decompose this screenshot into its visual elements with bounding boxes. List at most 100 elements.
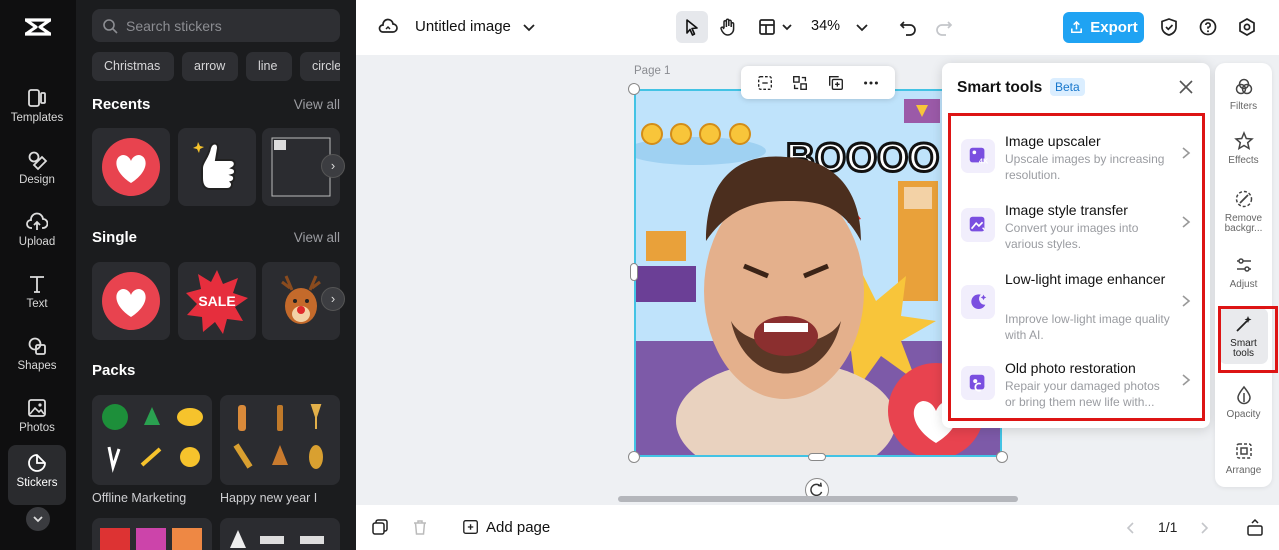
export-button[interactable]: Export bbox=[1063, 12, 1144, 43]
rail-more-button[interactable] bbox=[26, 507, 50, 531]
redo-button[interactable] bbox=[931, 14, 957, 40]
rail-item-label: Upload bbox=[18, 236, 56, 248]
tool-old-photo-restoration[interactable]: Old photo restoration Repair your damage… bbox=[961, 358, 1193, 413]
thumbs-up-sticker-icon bbox=[193, 142, 236, 190]
tool-name: Image upscaler bbox=[1005, 133, 1101, 149]
floating-toolbar bbox=[741, 66, 895, 99]
pack-celebration[interactable] bbox=[220, 518, 340, 550]
rail-label: Adjust bbox=[1229, 279, 1258, 290]
rail-opacity[interactable]: Opacity bbox=[1219, 385, 1268, 420]
shield-check-icon bbox=[1161, 18, 1177, 36]
chevron-down-icon bbox=[33, 516, 43, 523]
single-heading: Single bbox=[92, 229, 138, 246]
single-view-all-link[interactable]: View all bbox=[294, 230, 340, 245]
hand-tool-button[interactable] bbox=[715, 14, 741, 40]
beta-badge: Beta bbox=[1050, 78, 1085, 96]
chevron-down-icon bbox=[856, 24, 868, 32]
resize-handle-bottom-left[interactable] bbox=[628, 451, 640, 463]
zoom-menu-button[interactable] bbox=[849, 14, 875, 40]
rail-item-design[interactable]: Design bbox=[8, 142, 66, 198]
pack-happy-new-year[interactable] bbox=[220, 395, 340, 485]
heart-sticker-icon bbox=[102, 272, 160, 330]
rail-item-templates[interactable]: Templates bbox=[8, 80, 66, 136]
arrange-icon bbox=[1235, 443, 1252, 459]
export-icon bbox=[1071, 20, 1083, 33]
previous-page-button[interactable] bbox=[1118, 515, 1144, 541]
rail-item-upload[interactable]: Upload bbox=[8, 204, 66, 260]
chevron-right-icon bbox=[1182, 295, 1191, 307]
select-tool-button[interactable] bbox=[676, 11, 708, 43]
upscale-4k-icon: 4K bbox=[961, 139, 995, 173]
export-label: Export bbox=[1090, 19, 1138, 36]
pack-offline-marketing[interactable] bbox=[92, 395, 212, 485]
recents-next-button[interactable]: › bbox=[321, 154, 345, 178]
adjust-icon bbox=[1236, 258, 1251, 272]
chip-arrow[interactable]: arrow bbox=[182, 52, 238, 81]
templates-icon bbox=[28, 89, 46, 107]
pack-happy-new-year-text[interactable] bbox=[92, 518, 212, 550]
resize-handle-top-left[interactable] bbox=[628, 83, 640, 95]
panel-up-icon bbox=[1247, 518, 1263, 536]
single-next-button[interactable]: › bbox=[321, 287, 345, 311]
more-horizontal-icon bbox=[864, 80, 879, 85]
pack-label: Offline Marketing bbox=[92, 491, 187, 505]
sticker-heart-tile[interactable] bbox=[92, 128, 170, 206]
tool-description: Convert your images into various styles. bbox=[1005, 221, 1139, 251]
rail-item-photos[interactable]: Photos bbox=[8, 390, 66, 446]
rail-item-stickers[interactable]: Stickers bbox=[8, 445, 66, 505]
rail-effects[interactable]: Effects bbox=[1219, 131, 1268, 166]
cursor-icon bbox=[686, 19, 698, 36]
rail-adjust[interactable]: Adjust bbox=[1219, 255, 1268, 290]
redo-icon bbox=[936, 21, 953, 36]
rail-arrange[interactable]: Arrange bbox=[1219, 441, 1268, 476]
opacity-icon bbox=[1236, 385, 1251, 405]
sticker-thumbsup-tile[interactable] bbox=[178, 128, 256, 206]
rail-filters[interactable]: Filters bbox=[1219, 77, 1268, 112]
close-icon[interactable] bbox=[1178, 79, 1194, 95]
delete-page-button[interactable] bbox=[407, 514, 433, 540]
tool-name: Image style transfer bbox=[1005, 202, 1128, 218]
recents-view-all-link[interactable]: View all bbox=[294, 97, 340, 112]
shield-button[interactable] bbox=[1156, 14, 1182, 40]
next-page-button[interactable] bbox=[1191, 515, 1217, 541]
replace-icon bbox=[793, 75, 808, 90]
replace-button[interactable] bbox=[790, 73, 810, 93]
zoom-level[interactable]: 34% bbox=[811, 18, 840, 34]
layout-menu-button[interactable] bbox=[774, 14, 800, 40]
tool-image-upscaler[interactable]: 4K Image upscaler Upscale images by incr… bbox=[961, 131, 1193, 186]
undo-button[interactable] bbox=[895, 14, 921, 40]
pages-view-button[interactable] bbox=[367, 514, 393, 540]
sticker-sale-tile[interactable]: SALE bbox=[178, 262, 256, 340]
tool-image-style-transfer[interactable]: Image style transfer Convert your images… bbox=[961, 200, 1193, 255]
crop-button[interactable] bbox=[755, 73, 775, 93]
upload-icon bbox=[26, 212, 48, 230]
document-title[interactable]: Untitled image bbox=[415, 18, 511, 35]
chip-christmas[interactable]: Christmas bbox=[92, 52, 174, 81]
title-menu-button[interactable] bbox=[516, 14, 542, 40]
more-options-button[interactable] bbox=[861, 73, 881, 93]
rail-item-text[interactable]: Text bbox=[8, 266, 66, 322]
expand-panel-button[interactable] bbox=[1242, 515, 1268, 541]
tool-low-light-enhancer[interactable]: Low-light image enhancer Improve low-lig… bbox=[961, 269, 1193, 344]
chip-circle[interactable]: circle bbox=[300, 52, 340, 81]
chip-line[interactable]: line bbox=[246, 52, 292, 81]
settings-icon bbox=[1239, 18, 1255, 36]
duplicate-button[interactable] bbox=[826, 73, 846, 93]
sticker-heart-tile[interactable] bbox=[92, 262, 170, 340]
resize-handle-left[interactable] bbox=[630, 263, 638, 281]
rail-label: Arrange bbox=[1225, 465, 1262, 476]
horizontal-scrollbar[interactable] bbox=[618, 496, 1018, 502]
cloud-sync-button[interactable] bbox=[375, 14, 401, 40]
rail-remove-background[interactable]: Remove backgr... bbox=[1219, 189, 1268, 234]
add-page-button[interactable]: Add page bbox=[462, 518, 550, 536]
resize-handle-bottom-right[interactable] bbox=[996, 451, 1008, 463]
help-button[interactable] bbox=[1195, 14, 1221, 40]
remove-background-icon bbox=[1235, 190, 1252, 208]
rail-item-shapes[interactable]: Shapes bbox=[8, 328, 66, 384]
sticker-search-input[interactable]: Search stickers bbox=[92, 9, 340, 42]
stickers-panel: Search stickers Christmas arrow line cir… bbox=[76, 0, 356, 550]
resize-handle-bottom[interactable] bbox=[808, 453, 826, 461]
sale-burst-icon: SALE bbox=[186, 270, 248, 334]
smart-tools-highlight-box bbox=[1218, 306, 1278, 373]
settings-button[interactable] bbox=[1234, 14, 1260, 40]
